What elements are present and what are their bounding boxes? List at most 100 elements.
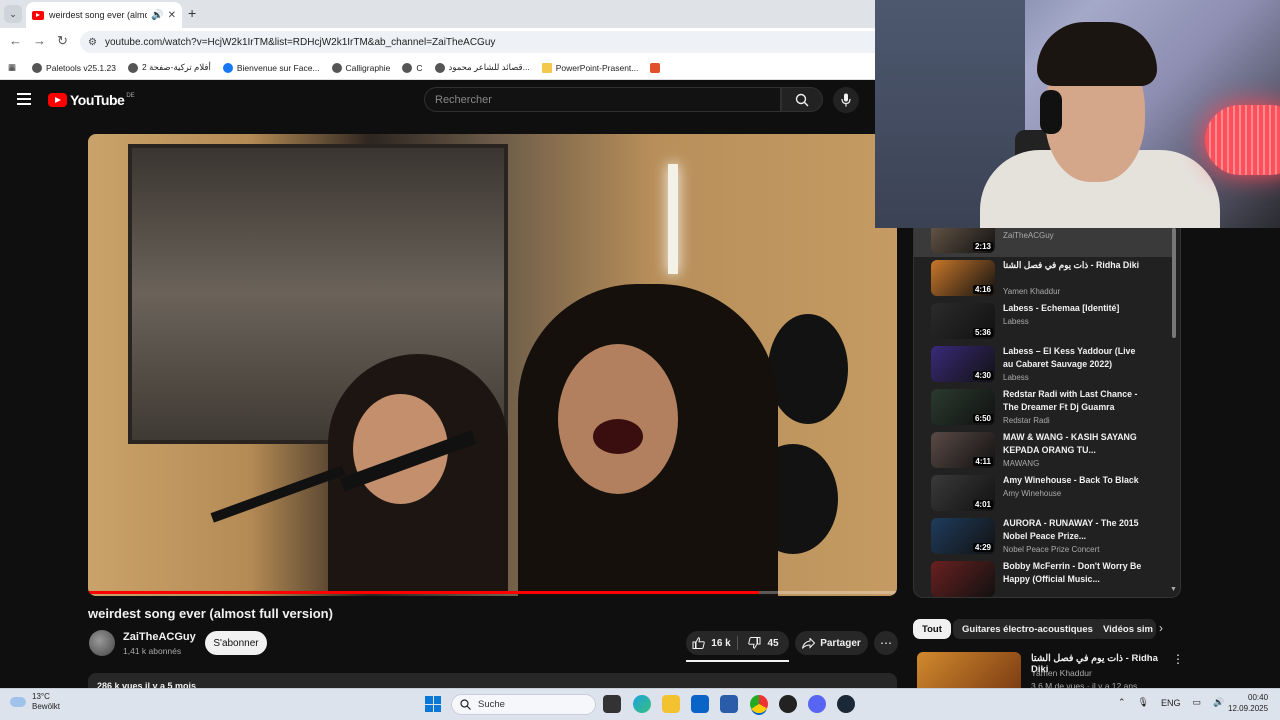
bookmark-item[interactable]: C (402, 62, 423, 73)
language-indicator[interactable]: ENG (1161, 698, 1181, 708)
outlook-icon[interactable] (691, 695, 709, 713)
video-player[interactable] (88, 134, 897, 596)
playlist-thumbnail[interactable]: 4:30 (931, 346, 995, 382)
file-explorer-icon[interactable] (662, 695, 680, 713)
channel-avatar[interactable] (89, 630, 115, 656)
voice-search-button[interactable] (833, 87, 859, 113)
playlist-item[interactable]: 5:36 Labess - Echemaa [Identité] Labess (914, 300, 1174, 343)
channel-name[interactable]: ZaiTheACGuy (123, 631, 196, 643)
bookmarks-bar: ▦ Paletools v25.1.23 أفلام تركية-صفحة 2 … (0, 56, 875, 80)
chevron-right-icon[interactable]: › (1159, 621, 1163, 635)
site-info-icon[interactable]: ⚙ (88, 37, 97, 48)
chip-all[interactable]: Tout (913, 619, 951, 639)
discord-icon[interactable] (808, 695, 826, 713)
more-vertical-icon[interactable]: ⋮ (1172, 652, 1184, 666)
playlist-item-title[interactable]: Amy Winehouse - Back To Black (1003, 474, 1143, 487)
playlist-item-title[interactable]: Redstar Radi with Last Chance - The Drea… (1003, 388, 1143, 414)
store-icon[interactable] (720, 695, 738, 713)
playlist-item-title[interactable]: Greenery (1003, 228, 1143, 229)
share-button[interactable]: Partager (795, 631, 868, 655)
steam-icon[interactable] (837, 695, 855, 713)
playlist-thumbnail[interactable]: 5:36 (931, 303, 995, 339)
tab-list-button[interactable]: ⌄ (4, 5, 22, 23)
new-tab-button[interactable]: + (188, 5, 196, 21)
recommendation-thumbnail[interactable] (917, 652, 1021, 692)
playlist-thumbnail[interactable] (931, 561, 995, 597)
bookmark-item[interactable]: Bienvenue sur Face... (222, 62, 320, 73)
playlist-item[interactable]: Bobby McFerrin - Don't Worry Be Happy (O… (914, 558, 1174, 597)
system-clock[interactable]: 00:40 12.09.2025 (1228, 692, 1268, 714)
playlist-item[interactable]: 4:30 Labess – El Kess Yaddour (Live au Ca… (914, 343, 1174, 386)
windows-start-icon[interactable] (425, 696, 441, 712)
playlist-item[interactable]: 4:01 Amy Winehouse - Back To Black Amy Win… (914, 472, 1174, 515)
bookmark-item[interactable]: PowerPoint-Prasent... (541, 62, 638, 73)
bookmark-app-icon (650, 62, 661, 73)
playlist-thumbnail[interactable]: 4:16 (931, 260, 995, 296)
duration-badge: 4:30 (972, 371, 993, 380)
reload-icon[interactable]: ↻ (57, 33, 68, 49)
youtube-logo[interactable]: YouTube DE (48, 92, 135, 108)
network-icon[interactable]: ▭ (1193, 697, 1202, 708)
playlist-thumbnail[interactable]: 4:29 (931, 518, 995, 554)
bookmark-item[interactable]: قصائد للشاعر محمود... (434, 62, 530, 73)
playlist-item[interactable]: 4:29 AURORA - RUNAWAY - The 2015 Nobel Pe… (914, 515, 1174, 558)
playlist-item-title[interactable]: Labess – El Kess Yaddour (Live au Cabare… (1003, 345, 1143, 371)
playlist-item-title[interactable]: MAW & WANG - KASIH SAYANG KEPADA ORANG T… (1003, 431, 1143, 457)
menu-icon[interactable] (17, 93, 31, 105)
playlist-item-channel: Labess (1003, 373, 1029, 382)
speaker-icon[interactable]: 🔊 (151, 10, 163, 21)
scroll-down-arrow-icon[interactable]: ▼ (1170, 586, 1177, 593)
playlist-thumbnail[interactable]: 6:50 (931, 389, 995, 425)
search-button[interactable] (781, 87, 823, 112)
address-bar[interactable]: ⚙ youtube.com/watch?v=HcjW2k1IrTM&list=R… (80, 31, 875, 53)
back-icon[interactable]: ← (9, 33, 22, 48)
playlist-panel: 2:13 Greenery ZaiTheACGuy 4:16 ذات يوم في فص… (913, 228, 1181, 598)
playlist-item-title[interactable]: Bobby McFerrin - Don't Worry Be Happy (O… (1003, 560, 1143, 586)
dislike-button[interactable]: 45 (738, 637, 789, 649)
playlist-thumbnail[interactable]: 4:11 (931, 432, 995, 468)
youtube-play-icon (48, 93, 67, 107)
globe-icon (127, 62, 138, 73)
chip-acoustic-guitars[interactable]: Guitares électro-acoustiques (953, 619, 1102, 639)
more-actions-icon[interactable]: ⋯ (874, 631, 898, 655)
chevron-up-icon[interactable]: ⌃ (1118, 697, 1126, 708)
task-view-icon[interactable] (603, 695, 621, 713)
subscribe-button[interactable]: S'abonner (205, 631, 267, 655)
chip-similar-videos[interactable]: Vidéos sim (1094, 619, 1156, 639)
temperature: 13°C (32, 692, 50, 701)
chrome-icon[interactable] (750, 695, 768, 713)
github-icon[interactable] (779, 695, 797, 713)
like-button[interactable]: 16 k (686, 637, 737, 649)
microphone-icon[interactable]: 🎙 (1138, 697, 1149, 708)
browser-tab[interactable]: weirdest song ever (almost 🔊 ✕ (26, 2, 182, 28)
playlist-thumbnail[interactable]: 4:01 (931, 475, 995, 511)
taskbar-search[interactable]: Suche (451, 694, 596, 715)
playlist-scrollbar[interactable] (1172, 228, 1176, 338)
recommendation-channel[interactable]: Yamen Khaddur (1031, 668, 1092, 678)
headset (1040, 90, 1062, 134)
playlist-item[interactable]: 2:13 Greenery ZaiTheACGuy (914, 228, 1174, 257)
search-icon (795, 93, 809, 106)
edge-icon[interactable] (633, 695, 651, 713)
playlist-item[interactable]: 4:11 MAW & WANG - KASIH SAYANG KEPADA ORA… (914, 429, 1174, 472)
bookmark-item[interactable]: Calligraphie (331, 62, 390, 73)
bookmark-item[interactable] (650, 62, 664, 73)
volume-icon[interactable]: 🔊 (1213, 697, 1224, 708)
video-progress-bar[interactable] (88, 591, 897, 594)
bookmark-item[interactable]: أفلام تركية-صفحة 2 (127, 62, 211, 73)
search-input[interactable]: Rechercher (424, 87, 781, 112)
close-tab-icon[interactable]: ✕ (168, 10, 176, 21)
playlist-item[interactable]: 4:16 ذات يوم في فصل الشتا - Ridha Diki Yam… (914, 257, 1174, 300)
playlist-item-title[interactable]: Labess - Echemaa [Identité] (1003, 302, 1143, 315)
playlist-item-channel: Yamen Khaddur (1003, 287, 1061, 296)
apps-grid-icon[interactable]: ▦ (8, 62, 16, 73)
playlist-item-title[interactable]: ذات يوم في فصل الشتا - Ridha Diki (1003, 259, 1143, 272)
duration-badge: 4:29 (972, 543, 993, 552)
playlist-item-channel: Redstar Radi (1003, 416, 1050, 425)
forward-icon[interactable]: → (33, 33, 46, 48)
playlist-item-title[interactable]: AURORA - RUNAWAY - The 2015 Nobel Peace … (1003, 517, 1143, 543)
playlist-thumbnail[interactable]: 2:13 (931, 228, 995, 253)
weather-widget[interactable]: 13°C Bewölkt (10, 692, 60, 712)
bookmark-item[interactable]: Paletools v25.1.23 (32, 62, 116, 73)
playlist-item[interactable]: 6:50 Redstar Radi with Last Chance - The … (914, 386, 1174, 429)
